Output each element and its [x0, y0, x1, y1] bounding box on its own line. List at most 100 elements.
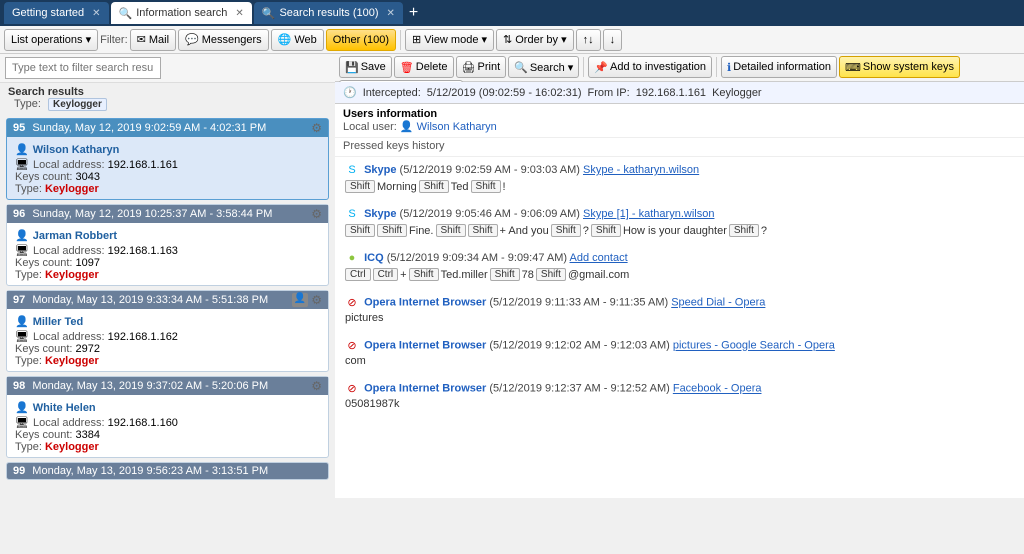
person-small-icon-97: 👤: [292, 293, 308, 307]
show-system-keys-label: Show system keys: [863, 61, 954, 73]
toolbar-separator1: [400, 30, 401, 50]
log-header-3: ⊘ Opera Internet Browser (5/12/2019 9:11…: [345, 295, 1014, 309]
gear-icon-95[interactable]: ⚙: [311, 121, 322, 135]
results-list[interactable]: 95 Sunday, May 12, 2019 9:02:59 AM - 4:0…: [0, 114, 335, 498]
log-content-1: Shift Shift Fine. Shift Shift + And you …: [345, 224, 1014, 237]
order-by-button[interactable]: ⇅ Order by ▾: [496, 29, 574, 51]
log-title-1[interactable]: Skype [1] - katharyn.wilson: [583, 208, 714, 220]
local-user-link[interactable]: Wilson Katharyn: [417, 121, 497, 133]
result-item-97[interactable]: 97 Monday, May 13, 2019 9:33:34 AM - 5:5…: [6, 290, 329, 372]
log-app-1: Skype: [364, 208, 396, 220]
log-title-4[interactable]: pictures - Google Search - Opera: [673, 340, 835, 352]
log-header-2: ● ICQ (5/12/2019 9:09:34 AM - 9:09:47 AM…: [345, 251, 1014, 265]
print-button[interactable]: 🖨 Print: [456, 56, 507, 78]
log-content-4: com: [345, 355, 1014, 367]
result-item-98[interactable]: 98 Monday, May 13, 2019 9:37:02 AM - 5:2…: [6, 376, 329, 458]
gear-icon-98[interactable]: ⚙: [311, 379, 322, 393]
add-investigation-icon: 📌: [594, 61, 608, 74]
tab-search-results-label: Search results (100): [279, 7, 378, 19]
log-text-2d: @gmail.com: [568, 269, 629, 281]
key-1d: Shift: [468, 224, 498, 237]
sort-asc-button[interactable]: ↑↓: [576, 29, 601, 51]
log-time-1: (5/12/2019 9:05:46 AM - 9:06:09 AM): [400, 208, 583, 220]
show-system-keys-button[interactable]: ⌨ Show system keys: [839, 56, 960, 78]
type-98: Type: Keylogger: [15, 441, 320, 453]
tab-getting-started-label: Getting started: [12, 7, 84, 19]
log-time-5: (5/12/2019 9:12:37 AM - 9:12:52 AM): [489, 383, 672, 395]
web-button[interactable]: 🌐 Web: [271, 29, 324, 51]
tab-information-search-label: Information search: [136, 7, 227, 19]
log-title-0[interactable]: Skype - katharyn.wilson: [583, 164, 699, 176]
list-operations-button[interactable]: List operations ▾: [4, 29, 98, 51]
tab-information-search[interactable]: 🔍 Information search ✕: [111, 2, 252, 24]
log-text-0b: Ted: [451, 181, 469, 193]
sort-desc-button[interactable]: ↓: [603, 29, 623, 51]
result-name-95[interactable]: 👤 Wilson Katharyn: [15, 143, 320, 156]
key-2d: Shift: [490, 268, 520, 281]
person-icon-98: 👤: [15, 401, 29, 414]
log-content-3: pictures: [345, 312, 1014, 324]
skype-icon-0: S: [345, 163, 359, 177]
monitor-icon-95: 🖥: [15, 158, 29, 171]
detailed-info-button[interactable]: ℹ Detailed information: [721, 56, 837, 78]
tab-search-results[interactable]: 🔍 Search results (100) ✕: [254, 2, 403, 24]
pressed-keys-label: Pressed keys history: [335, 138, 1024, 157]
log-title-2[interactable]: Add contact: [570, 252, 628, 264]
result-num-98: 98 Monday, May 13, 2019 9:37:02 AM - 5:2…: [13, 380, 268, 392]
add-tab-button[interactable]: +: [405, 4, 422, 22]
key-1b: Shift: [377, 224, 407, 237]
result-item-99[interactable]: 99 Monday, May 13, 2019 9:56:23 AM - 3:1…: [6, 462, 329, 480]
result-name-96[interactable]: 👤 Jarman Robbert: [15, 229, 320, 242]
other-button[interactable]: Other (100): [326, 29, 396, 51]
local-user-label: Local user:: [343, 121, 400, 133]
result-name-98[interactable]: 👤 White Helen: [15, 401, 320, 414]
log-content-5: 05081987k: [345, 398, 1014, 410]
result-header-98: 98 Monday, May 13, 2019 9:37:02 AM - 5:2…: [7, 377, 328, 395]
mail-button[interactable]: ✉ Mail: [130, 29, 176, 51]
log-text-0c: !: [503, 181, 506, 193]
view-mode-button[interactable]: ⊞ View mode ▾: [405, 29, 494, 51]
clock-icon: 🕐: [343, 86, 357, 99]
log-title-3[interactable]: Speed Dial - Opera: [671, 297, 765, 309]
left-panel: Search results Type: Keylogger 95 Sunday…: [0, 54, 335, 498]
log-app-0: Skype: [364, 164, 396, 176]
result-name-97[interactable]: 👤 Miller Ted: [15, 315, 320, 328]
monitor-icon-98: 🖥: [15, 416, 29, 429]
result-header-96: 96 Sunday, May 12, 2019 10:25:37 AM - 3:…: [7, 205, 328, 223]
save-button[interactable]: 💾 Save: [339, 56, 392, 78]
icq-icon-2: ●: [345, 251, 359, 265]
monitor-icon-96: 🖥: [15, 244, 29, 257]
opera-icon-5: ⊘: [345, 381, 359, 395]
order-by-label: Order by ▾: [515, 33, 566, 46]
person-icon-user: 👤: [400, 121, 414, 133]
tab-information-search-close[interactable]: ✕: [235, 8, 243, 19]
content-area[interactable]: S Skype (5/12/2019 9:02:59 AM - 9:03:03 …: [335, 157, 1024, 498]
gear-icon-96[interactable]: ⚙: [311, 207, 322, 221]
log-entry-0: S Skype (5/12/2019 9:02:59 AM - 9:03:03 …: [345, 163, 1014, 193]
tab-getting-started[interactable]: Getting started ✕: [4, 2, 109, 24]
web-icon: 🌐: [278, 33, 292, 46]
add-to-investigation-button[interactable]: 📌 Add to investigation: [588, 56, 712, 78]
gear-icon-97[interactable]: ⚙: [311, 293, 322, 307]
result-item-96[interactable]: 96 Sunday, May 12, 2019 10:25:37 AM - 3:…: [6, 204, 329, 286]
print-label: Print: [478, 61, 501, 73]
filter-input[interactable]: [5, 57, 161, 79]
messengers-button[interactable]: 💬 Messengers: [178, 29, 269, 51]
result-body-97: 👤 Miller Ted 🖥 Local address: 192.168.1.…: [7, 309, 328, 371]
delete-button[interactable]: 🗑 Delete: [394, 56, 454, 78]
tab-search-results-close[interactable]: ✕: [387, 8, 395, 19]
detailed-info-label: Detailed information: [733, 61, 831, 73]
tab-getting-started-close[interactable]: ✕: [92, 8, 100, 19]
log-text-4a: com: [345, 355, 366, 367]
tab-information-search-icon: 🔍: [119, 7, 133, 20]
log-title-5[interactable]: Facebook - Opera: [673, 383, 762, 395]
log-text-2b: Ted.miller: [441, 269, 488, 281]
log-header-4: ⊘ Opera Internet Browser (5/12/2019 9:12…: [345, 338, 1014, 352]
filter-row: [0, 54, 335, 83]
result-item-95[interactable]: 95 Sunday, May 12, 2019 9:02:59 AM - 4:0…: [6, 118, 329, 200]
search-button[interactable]: 🔍 Search ▾: [508, 56, 579, 78]
local-addr-row-95: 🖥 Local address: 192.168.1.161: [15, 158, 320, 171]
log-header-0: S Skype (5/12/2019 9:02:59 AM - 9:03:03 …: [345, 163, 1014, 177]
log-text-1d: How is your daughter: [623, 225, 727, 237]
key-1g: Shift: [729, 224, 759, 237]
